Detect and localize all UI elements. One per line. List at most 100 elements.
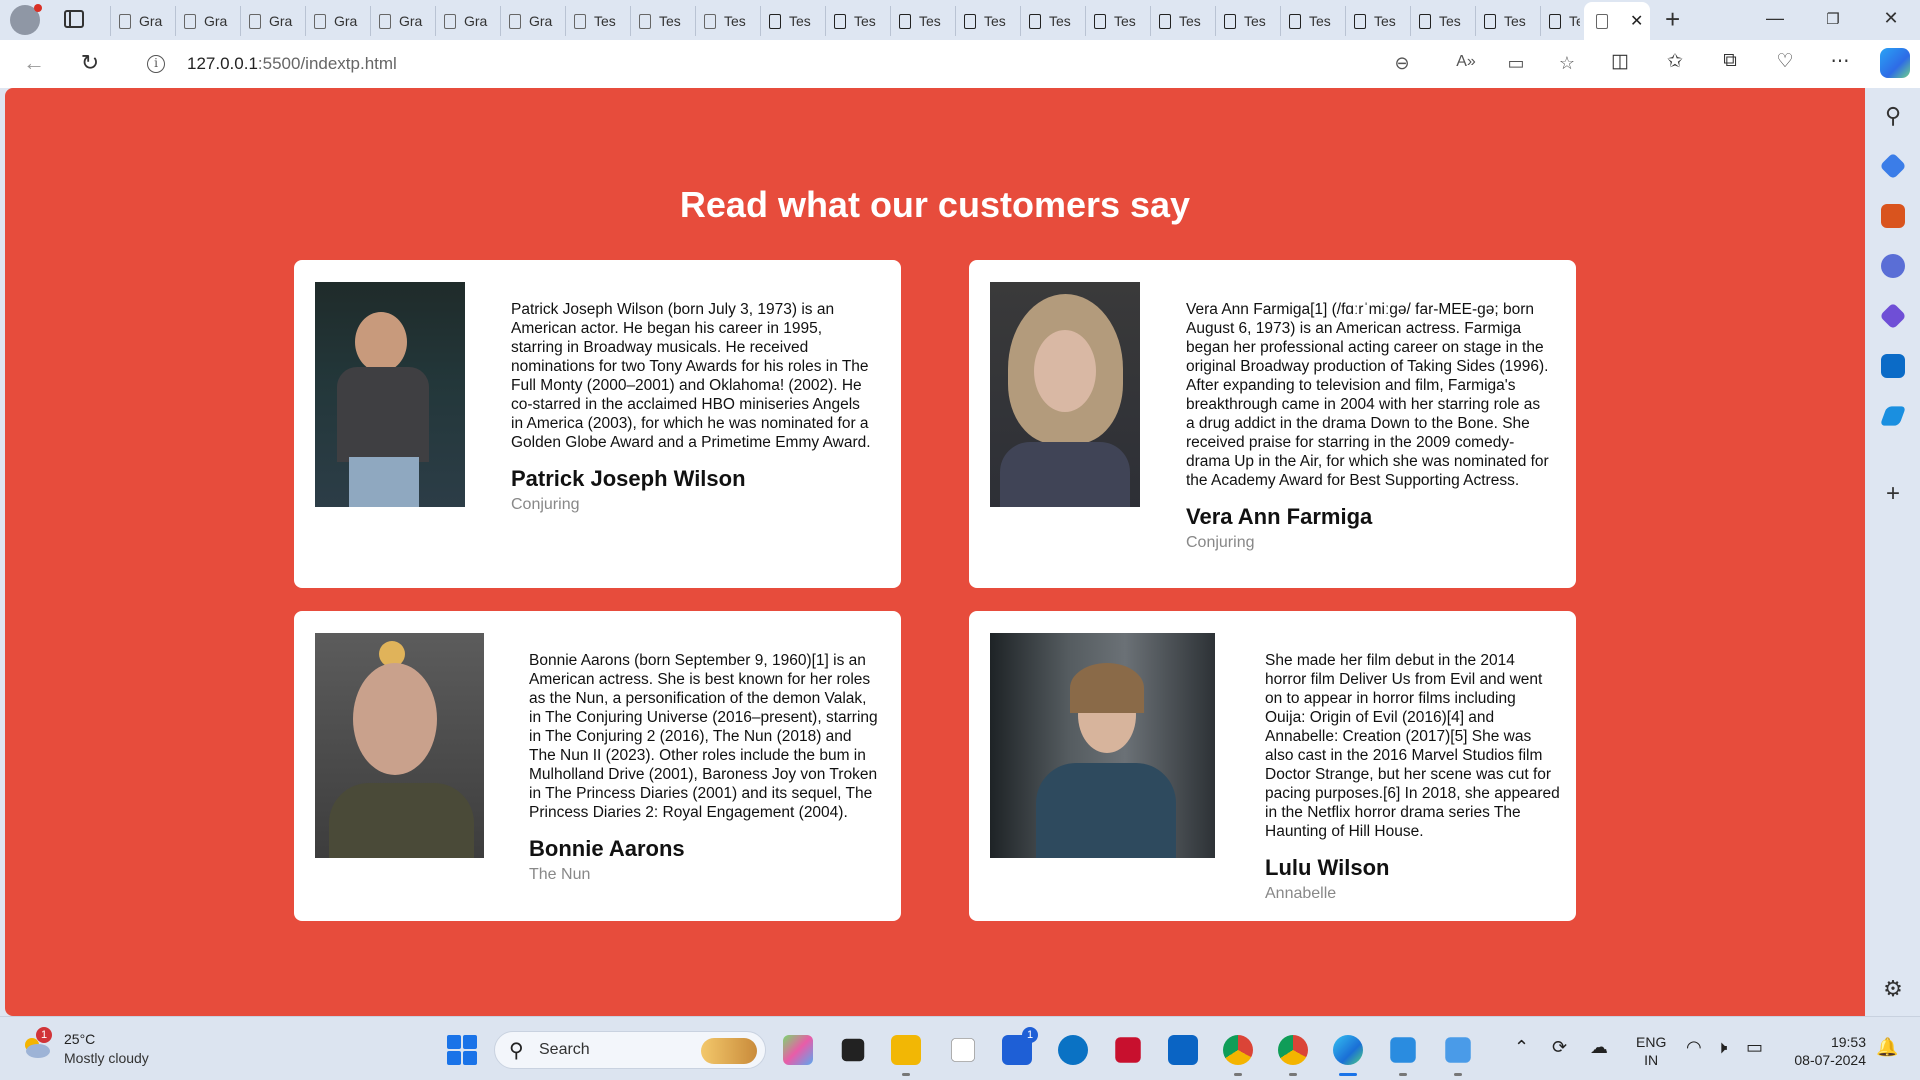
tools-icon[interactable] xyxy=(1881,204,1905,228)
testimonial-card: Patrick Joseph Wilson (born July 3, 1973… xyxy=(294,260,901,588)
close-window-icon[interactable]: ✕ xyxy=(1868,8,1914,29)
weather-badge: 1 xyxy=(36,1027,52,1043)
browser-tab[interactable]: Tes xyxy=(890,6,952,36)
search-highlight-image xyxy=(701,1038,757,1064)
browser-tab[interactable]: Tes xyxy=(565,6,627,36)
send-icon[interactable] xyxy=(1879,406,1907,426)
document-icon xyxy=(1596,13,1608,29)
language-indicator[interactable]: ENG IN xyxy=(1636,1033,1666,1069)
browser-toolbar: ← ↻ i 127.0.0.1:5500/indextp.html ⊖ A» ▭… xyxy=(0,40,1920,88)
minimize-icon[interactable]: — xyxy=(1752,8,1798,29)
profile-avatar[interactable] xyxy=(10,4,42,35)
immersive-reader-icon[interactable]: ▭ xyxy=(1504,53,1528,74)
games-icon[interactable] xyxy=(1881,254,1905,278)
browser-tab[interactable]: Gra xyxy=(240,6,302,36)
browser-tab-active[interactable]: ✕ xyxy=(1584,2,1650,40)
restore-icon[interactable]: ❐ xyxy=(1810,10,1856,28)
edge-icon[interactable] xyxy=(1333,1035,1363,1065)
document-icon xyxy=(1224,13,1236,29)
browser-tab[interactable]: Tes xyxy=(1410,6,1472,36)
outlook-new-icon[interactable] xyxy=(1168,1035,1198,1065)
speaker-muted-icon[interactable]: 🕨 xyxy=(1716,1037,1727,1058)
settings-gear-icon[interactable]: ⚙ xyxy=(1880,976,1906,1002)
add-app-icon[interactable]: + xyxy=(1880,480,1906,508)
edge-sidebar: ⚲ + ⚙ xyxy=(1866,88,1920,1016)
start-button[interactable] xyxy=(447,1035,477,1065)
favorite-star-icon[interactable]: ☆ xyxy=(1555,53,1579,74)
task-view-icon[interactable] xyxy=(841,1038,865,1062)
info-icon[interactable]: i xyxy=(147,55,165,73)
browser-essentials-icon[interactable]: ♡ xyxy=(1771,50,1799,73)
weather-condition: Mostly cloudy xyxy=(64,1050,149,1066)
document-icon xyxy=(119,13,131,29)
browser-tab[interactable]: Tes xyxy=(1540,6,1580,36)
sync-icon[interactable]: ⟳ xyxy=(1552,1037,1567,1058)
copilot-icon[interactable] xyxy=(1880,48,1910,78)
browser-tab[interactable]: Gra xyxy=(110,6,172,36)
back-arrow-icon[interactable]: ← xyxy=(20,50,48,76)
outlook-icon[interactable] xyxy=(1881,354,1905,378)
collections-icon[interactable]: ⧉ xyxy=(1716,50,1744,72)
url-text[interactable]: 127.0.0.1:5500/indextp.html xyxy=(187,54,397,74)
chevron-up-icon[interactable]: ⌃ xyxy=(1514,1037,1529,1058)
browser-tab[interactable]: Gra xyxy=(370,6,432,36)
document-icon xyxy=(379,13,391,29)
notification-bell-icon[interactable]: 🔔 xyxy=(1876,1037,1898,1058)
browser-tab[interactable]: Tes xyxy=(825,6,887,36)
actor-photo xyxy=(990,282,1140,507)
file-explorer-icon[interactable] xyxy=(891,1035,921,1065)
shopping-tag-icon[interactable] xyxy=(1879,152,1907,180)
browser-tab[interactable]: Gra xyxy=(435,6,497,36)
zoom-out-icon[interactable]: ⊖ xyxy=(1390,53,1414,74)
microsoft-365-icon[interactable] xyxy=(1879,302,1907,330)
favorites-icon[interactable]: ✩ xyxy=(1661,50,1689,73)
battery-icon[interactable]: ▭ xyxy=(1746,1037,1763,1058)
browser-tab[interactable]: Tes xyxy=(1215,6,1277,36)
actor-photo xyxy=(990,633,1215,858)
onedrive-cloud-icon[interactable]: ☁ xyxy=(1590,1037,1608,1058)
testimonial-body: She made her film debut in the 2014 horr… xyxy=(1265,651,1560,903)
mcafee-icon[interactable] xyxy=(1115,1037,1141,1063)
browser-tab[interactable]: Gra xyxy=(305,6,367,36)
notepad-icon[interactable] xyxy=(1445,1037,1471,1063)
browser-tab[interactable]: Tes xyxy=(1345,6,1407,36)
browser-tab[interactable]: Tes xyxy=(955,6,1017,36)
browser-tab[interactable]: Tes xyxy=(760,6,822,36)
dell-icon[interactable] xyxy=(1058,1035,1088,1065)
close-tab-icon[interactable]: ✕ xyxy=(1630,11,1643,31)
more-options-icon[interactable]: ⋯ xyxy=(1826,50,1854,73)
testimonial-body: Bonnie Aarons (born September 9, 1960)[1… xyxy=(529,651,879,884)
testimonial-body: Vera Ann Farmiga[1] (/fɑːrˈmiːɡə/ far-ME… xyxy=(1186,300,1551,552)
actor-photo xyxy=(315,282,465,507)
testimonial-quote: Vera Ann Farmiga[1] (/fɑːrˈmiːɡə/ far-ME… xyxy=(1186,301,1549,489)
wifi-icon[interactable]: ◠ xyxy=(1686,1037,1702,1058)
search-icon[interactable]: ⚲ xyxy=(1880,103,1906,129)
testimonial-name: Lulu Wilson xyxy=(1265,855,1390,880)
browser-tab[interactable]: Tes xyxy=(695,6,757,36)
browser-tab[interactable]: Tes xyxy=(630,6,692,36)
clock[interactable]: 19:53 08-07-2024 xyxy=(1786,1033,1866,1069)
tab-actions-icon[interactable] xyxy=(64,10,84,28)
browser-tab[interactable]: Tes xyxy=(1020,6,1082,36)
refresh-icon[interactable]: ↻ xyxy=(76,50,104,76)
browser-tab[interactable]: Tes xyxy=(1475,6,1537,36)
browser-tab[interactable]: Tes xyxy=(1150,6,1212,36)
split-screen-icon[interactable]: ◫ xyxy=(1606,50,1634,73)
document-icon xyxy=(184,13,196,29)
browser-tab[interactable]: Gra xyxy=(175,6,237,36)
notepad-file-icon[interactable] xyxy=(951,1038,975,1062)
browser-tab[interactable]: Tes xyxy=(1280,6,1342,36)
testimonial-quote: Patrick Joseph Wilson (born July 3, 1973… xyxy=(511,301,871,451)
new-tab-icon[interactable]: + xyxy=(1665,4,1680,35)
copilot-app-icon[interactable] xyxy=(783,1035,813,1065)
chrome-icon[interactable] xyxy=(1223,1035,1253,1065)
address-bar[interactable]: i 127.0.0.1:5500/indextp.html ⊖ A» ▭ ☆ xyxy=(125,46,1585,82)
testimonial-quote: She made her film debut in the 2014 horr… xyxy=(1265,652,1560,840)
vscode-icon[interactable] xyxy=(1390,1037,1416,1063)
document-icon xyxy=(1549,13,1561,29)
browser-tab[interactable]: Gra xyxy=(500,6,562,36)
chrome-profile-icon[interactable] xyxy=(1278,1035,1308,1065)
read-aloud-icon[interactable]: A» xyxy=(1454,53,1478,71)
taskbar-search[interactable]: ⚲ Search xyxy=(494,1031,766,1069)
browser-tab[interactable]: Tes xyxy=(1085,6,1147,36)
